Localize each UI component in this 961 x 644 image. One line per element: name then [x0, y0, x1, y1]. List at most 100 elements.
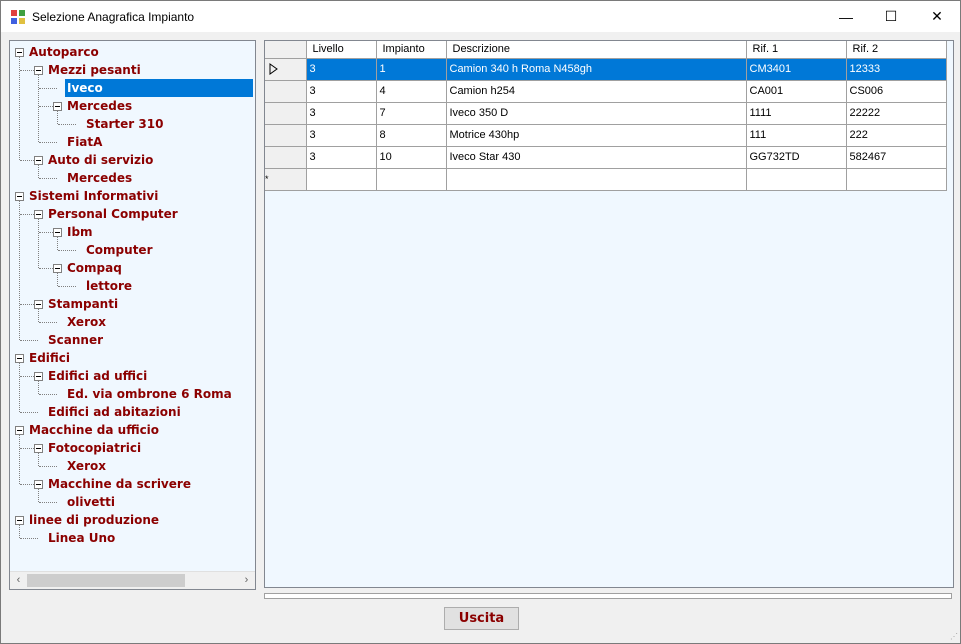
cell-descrizione[interactable]: Iveco 350 D — [446, 102, 747, 125]
exit-button[interactable]: Uscita — [444, 607, 519, 630]
tree-node[interactable]: Macchine da ufficio — [27, 421, 161, 439]
collapse-icon[interactable] — [15, 48, 24, 57]
row-header[interactable] — [265, 102, 307, 125]
tree-node[interactable]: lettore — [84, 277, 134, 295]
tree-node[interactable]: Mercedes — [65, 97, 134, 115]
maximize-button[interactable]: ☐ — [868, 1, 914, 32]
column-header-descrizione[interactable]: Descrizione — [446, 41, 747, 59]
tree-node[interactable]: FiatA — [65, 133, 104, 151]
new-row-cell[interactable] — [846, 168, 947, 191]
table-row[interactable]: 3 1 Camion 340 h Roma N458gh CM3401 12333 — [265, 58, 947, 81]
cell-rif1[interactable]: 111 — [746, 124, 847, 147]
cell-impianto[interactable]: 7 — [376, 102, 447, 125]
close-button[interactable]: ✕ — [914, 1, 960, 32]
cell-descrizione[interactable]: Iveco Star 430 — [446, 146, 747, 169]
tree-node[interactable]: Sistemi Informativi — [27, 187, 160, 205]
cell-rif2[interactable]: 22222 — [846, 102, 947, 125]
collapse-icon[interactable] — [15, 516, 24, 525]
impianto-tree-view[interactable]: Autoparco Mezzi pesanti Iveco Mercedes Start… — [9, 40, 256, 590]
tree-node[interactable]: Computer — [84, 241, 154, 259]
new-row-cell[interactable] — [746, 168, 847, 191]
cell-rif2[interactable]: CS006 — [846, 80, 947, 103]
row-header[interactable] — [265, 124, 307, 147]
cell-descrizione[interactable]: Camion h254 — [446, 80, 747, 103]
tree-node[interactable]: Edifici — [27, 349, 72, 367]
collapse-icon[interactable] — [15, 192, 24, 201]
cell-livello[interactable]: 3 — [306, 124, 377, 147]
column-header-rif1[interactable]: Rif. 1 — [746, 41, 847, 59]
tree-node[interactable]: Iveco — [65, 79, 253, 97]
tree-node[interactable]: Starter 310 — [84, 115, 165, 133]
table-row[interactable]: 3 7 Iveco 350 D 1111 22222 — [265, 102, 947, 125]
table-row[interactable]: 3 4 Camion h254 CA001 CS006 — [265, 80, 947, 103]
scroll-left-button[interactable]: ‹ — [10, 572, 27, 589]
new-row-cell[interactable] — [446, 168, 747, 191]
tree-node[interactable]: Mercedes — [65, 169, 134, 187]
tree-node[interactable]: Edifici ad uffici — [46, 367, 149, 385]
cell-impianto[interactable]: 8 — [376, 124, 447, 147]
cell-rif2[interactable]: 12333 — [846, 58, 947, 81]
cell-livello[interactable]: 3 — [306, 80, 377, 103]
cell-impianto[interactable]: 10 — [376, 146, 447, 169]
new-row-cell[interactable] — [306, 168, 377, 191]
impianti-data-grid[interactable]: Livello Impianto Descrizione Rif. 1 Rif.… — [264, 40, 954, 588]
collapse-icon[interactable] — [34, 372, 43, 381]
scroll-right-button[interactable]: › — [238, 572, 255, 589]
cell-descrizione[interactable]: Camion 340 h Roma N458gh — [446, 58, 747, 81]
new-row-cell[interactable] — [376, 168, 447, 191]
tree-node[interactable]: Ibm — [65, 223, 95, 241]
tree-node[interactable]: Xerox — [65, 313, 108, 331]
collapse-icon[interactable] — [53, 102, 62, 111]
collapse-icon[interactable] — [53, 228, 62, 237]
collapse-icon[interactable] — [34, 210, 43, 219]
tree-node[interactable]: Personal Computer — [46, 205, 180, 223]
collapse-icon[interactable] — [53, 264, 62, 273]
tree-node[interactable]: olivetti — [65, 493, 117, 511]
cell-rif1[interactable]: CM3401 — [746, 58, 847, 81]
resize-grip-icon[interactable]: ⋰ — [950, 632, 958, 641]
tree-node[interactable]: Compaq — [65, 259, 124, 277]
tree-node[interactable]: Edifici ad abitazioni — [46, 403, 183, 421]
cell-livello[interactable]: 3 — [306, 146, 377, 169]
tree-node[interactable]: Ed. via ombrone 6 Roma — [65, 385, 234, 403]
cell-rif2[interactable]: 222 — [846, 124, 947, 147]
column-header-impianto[interactable]: Impianto — [376, 41, 447, 59]
tree-node[interactable]: Xerox — [65, 457, 108, 475]
cell-descrizione[interactable]: Motrice 430hp — [446, 124, 747, 147]
cell-impianto[interactable]: 1 — [376, 58, 447, 81]
new-row[interactable]: * — [265, 168, 947, 191]
collapse-icon[interactable] — [15, 354, 24, 363]
tree-node[interactable]: Macchine da scrivere — [46, 475, 193, 493]
minimize-button[interactable]: — — [823, 1, 869, 32]
new-row-marker[interactable]: * — [265, 168, 307, 191]
tree-node[interactable]: Auto di servizio — [46, 151, 155, 169]
collapse-icon[interactable] — [34, 300, 43, 309]
column-header-livello[interactable]: Livello — [306, 41, 377, 59]
row-header[interactable] — [265, 80, 307, 103]
cell-livello[interactable]: 3 — [306, 102, 377, 125]
collapse-icon[interactable] — [34, 66, 43, 75]
tree-node[interactable]: Stampanti — [46, 295, 120, 313]
row-header[interactable] — [265, 146, 307, 169]
collapse-icon[interactable] — [34, 480, 43, 489]
row-header[interactable] — [265, 58, 307, 81]
cell-rif2[interactable]: 582467 — [846, 146, 947, 169]
tree-node[interactable]: linee di produzione — [27, 511, 161, 529]
cell-rif1[interactable]: GG732TD — [746, 146, 847, 169]
cell-rif1[interactable]: CA001 — [746, 80, 847, 103]
table-row[interactable]: 3 8 Motrice 430hp 111 222 — [265, 124, 947, 147]
tree-node[interactable]: Mezzi pesanti — [46, 61, 143, 79]
scroll-thumb[interactable] — [27, 574, 185, 587]
tree-node[interactable]: Autoparco — [27, 43, 101, 61]
table-row[interactable]: 3 10 Iveco Star 430 GG732TD 582467 — [265, 146, 947, 169]
tree-horizontal-scrollbar[interactable]: ‹ › — [10, 571, 255, 589]
collapse-icon[interactable] — [34, 156, 43, 165]
tree-node[interactable]: Fotocopiatrici — [46, 439, 143, 457]
collapse-icon[interactable] — [34, 444, 43, 453]
column-header-rif2[interactable]: Rif. 2 — [846, 41, 947, 59]
tree-node[interactable]: Scanner — [46, 331, 105, 349]
cell-rif1[interactable]: 1111 — [746, 102, 847, 125]
tree-node[interactable]: Linea Uno — [46, 529, 117, 547]
cell-impianto[interactable]: 4 — [376, 80, 447, 103]
cell-livello[interactable]: 3 — [306, 58, 377, 81]
